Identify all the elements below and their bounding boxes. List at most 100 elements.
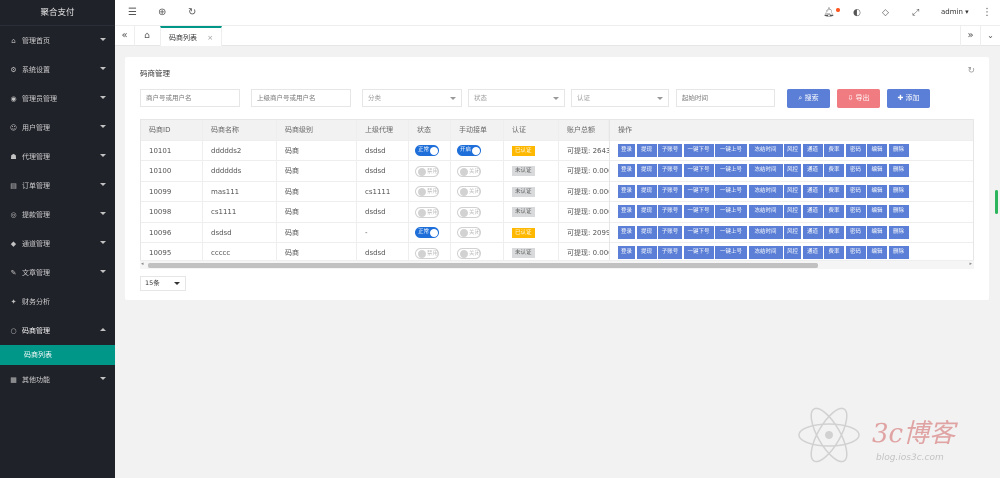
action-button-1[interactable]: 提现 xyxy=(636,143,657,157)
action-button-1[interactable]: 提现 xyxy=(636,246,657,259)
sidebar-subitem-merchant-list[interactable]: 码商列表 xyxy=(0,345,115,365)
sidebar-item-4[interactable]: ☗ 代理管理 xyxy=(0,142,115,171)
export-button[interactable]: ⇩ 导出 xyxy=(837,89,880,108)
action-button-9[interactable]: 密码 xyxy=(845,205,866,218)
auth-select[interactable]: 认证 xyxy=(571,89,669,107)
menu-toggle-icon[interactable]: ☰ xyxy=(128,7,137,19)
action-button-1[interactable]: 提现 xyxy=(636,164,657,177)
globe-icon[interactable]: ⊕ xyxy=(158,7,166,19)
user-menu[interactable]: admin ▾ xyxy=(941,8,969,16)
action-button-8[interactable]: 费率 xyxy=(824,225,844,239)
sidebar-item-5[interactable]: ▤ 订单管理 xyxy=(0,171,115,200)
action-button-10[interactable]: 编辑 xyxy=(867,205,887,218)
action-button-2[interactable]: 子账号 xyxy=(658,164,682,177)
action-button-11[interactable]: 删除 xyxy=(888,143,909,157)
action-button-3[interactable]: 一键下号 xyxy=(683,205,714,218)
action-button-4[interactable]: 一键上号 xyxy=(715,246,747,259)
sidebar-item-0[interactable]: ⌂ 管理首页 xyxy=(0,26,115,55)
manual-order-toggle[interactable]: 关闭 xyxy=(457,206,481,218)
status-toggle[interactable]: 禁用 xyxy=(415,247,439,259)
action-button-9[interactable]: 密码 xyxy=(845,184,866,198)
action-button-5[interactable]: 冻结时间 xyxy=(748,184,783,198)
search-button[interactable]: ⌕ 搜索 xyxy=(787,89,830,108)
action-button-10[interactable]: 编辑 xyxy=(867,246,887,259)
action-button-11[interactable]: 删除 xyxy=(888,184,909,198)
action-button-10[interactable]: 编辑 xyxy=(867,164,887,177)
action-button-11[interactable]: 删除 xyxy=(888,225,909,239)
action-button-0[interactable]: 登录 xyxy=(618,225,635,239)
tab-close-icon[interactable]: × xyxy=(207,34,213,42)
tab-merchant-list[interactable]: 码商列表 × xyxy=(160,26,223,46)
tag-icon[interactable]: ◇ xyxy=(882,7,889,19)
more-icon[interactable]: ⋮ xyxy=(982,7,992,19)
parent-search-input[interactable] xyxy=(251,89,351,107)
sidebar-item-9[interactable]: ✦ 财务分析 xyxy=(0,287,115,316)
sidebar-item-8[interactable]: ✎ 文章管理 xyxy=(0,258,115,287)
action-button-4[interactable]: 一键上号 xyxy=(715,184,747,198)
status-toggle[interactable]: 禁用 xyxy=(415,186,439,197)
action-button-5[interactable]: 冻结时间 xyxy=(748,225,783,239)
manual-order-toggle[interactable]: 关闭 xyxy=(457,186,481,197)
action-button-3[interactable]: 一键下号 xyxy=(683,184,714,198)
manual-order-toggle[interactable]: 关闭 xyxy=(457,227,481,238)
manual-order-toggle[interactable]: 关闭 xyxy=(457,247,481,259)
sidebar-item-11[interactable]: ▦ 其他功能 xyxy=(0,365,115,394)
scroll-left-icon[interactable]: ◂ xyxy=(141,261,144,267)
action-button-7[interactable]: 通道 xyxy=(802,225,823,239)
status-toggle[interactable]: 正常 xyxy=(415,145,439,156)
action-button-3[interactable]: 一键下号 xyxy=(683,143,714,157)
tab-options-icon[interactable]: ⌄ xyxy=(980,26,1000,46)
theme-icon[interactable]: ◐ xyxy=(853,7,861,19)
action-button-5[interactable]: 冻结时间 xyxy=(748,246,783,259)
action-button-1[interactable]: 提现 xyxy=(636,205,657,218)
action-button-10[interactable]: 编辑 xyxy=(867,143,887,157)
tab-prev-icon[interactable]: « xyxy=(115,26,135,46)
status-toggle[interactable]: 正常 xyxy=(415,227,439,238)
action-button-11[interactable]: 删除 xyxy=(888,164,909,177)
action-button-5[interactable]: 冻结时间 xyxy=(748,164,783,177)
action-button-6[interactable]: 风控 xyxy=(784,225,801,239)
page-size-select[interactable]: 15条 xyxy=(140,276,186,291)
action-button-10[interactable]: 编辑 xyxy=(867,225,887,239)
action-button-8[interactable]: 费率 xyxy=(824,164,844,177)
action-button-2[interactable]: 子账号 xyxy=(658,205,682,218)
action-button-11[interactable]: 删除 xyxy=(888,246,909,259)
action-button-4[interactable]: 一键上号 xyxy=(715,164,747,177)
action-button-7[interactable]: 通道 xyxy=(802,205,823,218)
action-button-0[interactable]: 登录 xyxy=(618,164,635,177)
action-button-2[interactable]: 子账号 xyxy=(658,143,682,157)
sidebar-item-1[interactable]: ⚙ 系统设置 xyxy=(0,55,115,84)
action-button-8[interactable]: 费率 xyxy=(824,184,844,198)
action-button-0[interactable]: 登录 xyxy=(618,205,635,218)
action-button-2[interactable]: 子账号 xyxy=(658,225,682,239)
action-button-8[interactable]: 费率 xyxy=(824,246,844,259)
action-button-4[interactable]: 一键上号 xyxy=(715,143,747,157)
table-horizontal-scrollbar[interactable]: ◂ ▸ xyxy=(140,260,974,269)
status-toggle[interactable]: 禁用 xyxy=(415,206,439,218)
action-button-6[interactable]: 风控 xyxy=(784,205,801,218)
action-button-6[interactable]: 风控 xyxy=(784,143,801,157)
tab-next-icon[interactable]: » xyxy=(960,26,980,46)
action-button-9[interactable]: 密码 xyxy=(845,225,866,239)
action-button-7[interactable]: 通道 xyxy=(802,184,823,198)
merchant-search-input[interactable] xyxy=(140,89,240,107)
sidebar-item-2[interactable]: ◉ 管理员管理 xyxy=(0,84,115,113)
card-refresh-icon[interactable]: ↻ xyxy=(967,66,975,76)
sidebar-item-3[interactable]: ☺ 用户管理 xyxy=(0,113,115,142)
action-button-2[interactable]: 子账号 xyxy=(658,184,682,198)
start-time-input[interactable] xyxy=(676,89,775,107)
action-button-9[interactable]: 密码 xyxy=(845,246,866,259)
page-scroll-indicator[interactable] xyxy=(995,190,998,214)
action-button-3[interactable]: 一键下号 xyxy=(683,164,714,177)
action-button-8[interactable]: 费率 xyxy=(824,205,844,218)
home-tab-icon[interactable]: ⌂ xyxy=(137,26,157,46)
action-button-6[interactable]: 风控 xyxy=(784,164,801,177)
action-button-4[interactable]: 一键上号 xyxy=(715,225,747,239)
action-button-4[interactable]: 一键上号 xyxy=(715,205,747,218)
manual-order-toggle[interactable]: 关闭 xyxy=(457,165,481,177)
refresh-icon[interactable]: ↻ xyxy=(188,7,196,19)
add-button[interactable]: ✚ 添加 xyxy=(887,89,930,108)
action-button-3[interactable]: 一键下号 xyxy=(683,225,714,239)
action-button-11[interactable]: 删除 xyxy=(888,205,909,218)
action-button-3[interactable]: 一键下号 xyxy=(683,246,714,259)
